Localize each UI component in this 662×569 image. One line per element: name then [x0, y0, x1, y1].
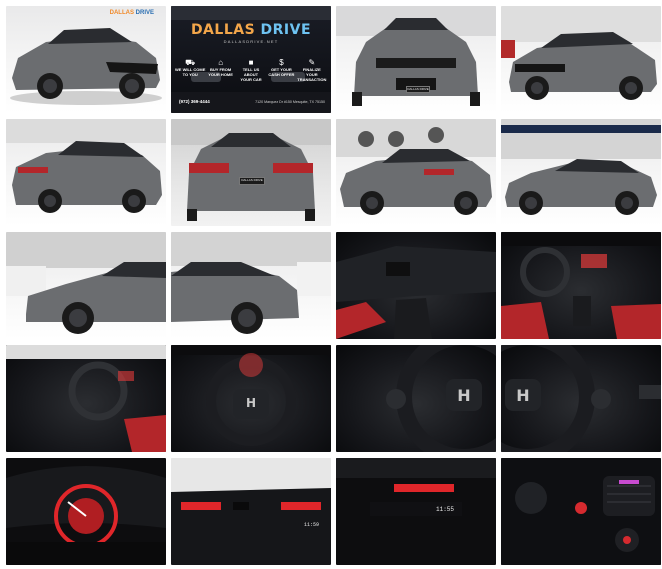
photo-front[interactable]: DALLAS DRIVE — [336, 6, 496, 113]
dealer-watermark: DALLAS DRIVE — [110, 10, 154, 16]
dealer-address: 7120 Marquez Dr #150 Mesquite, TX 75150 — [255, 100, 325, 104]
photo-info-display[interactable]: 11:55 — [336, 458, 496, 565]
photo-wheel-right-controls[interactable]: H — [501, 345, 661, 452]
home-icon: ⌂ — [218, 58, 224, 67]
logo-tagline: DALLASDRIVE.NET — [223, 39, 279, 44]
service-badges: ⛟ WE WILL COME TO YOU ⌂ BUY FROM YOUR HOME ■… — [175, 58, 327, 82]
photo-front-three-quarter[interactable]: DALLAS DRIVE — [6, 6, 166, 113]
badge-line2: TRANSACTION — [297, 77, 327, 82]
car-front-illustration — [336, 6, 496, 106]
watermark-right: DRIVE — [135, 10, 154, 16]
photo-steering-wheel[interactable]: H — [171, 345, 331, 452]
photo-upper-display[interactable]: 11:59 — [171, 458, 331, 565]
car-icon: ■ — [248, 58, 254, 67]
logo-brand-left: DALLAS — [190, 22, 256, 38]
dealer-phone[interactable]: (972) 369-4444 — [179, 99, 210, 104]
dashboard-illustration — [336, 246, 496, 339]
photo-driver-cockpit[interactable] — [6, 345, 166, 452]
photo-side-profile[interactable] — [501, 119, 661, 226]
car-front-left-illustration — [501, 6, 661, 100]
badge-buy-from-home: ⌂ BUY FROM YOUR HOME — [205, 58, 235, 82]
photo-front-left-quarter[interactable] — [501, 6, 661, 113]
photo-rear[interactable]: DALLAS DRIVE — [171, 119, 331, 226]
car-side-front-illustration — [6, 232, 166, 334]
photo-gallery: DALLAS DRIVE DALLAS DRIVE DALLASDRIVE.NE… — [6, 6, 661, 565]
shifter-vents-illustration — [501, 458, 661, 565]
photo-wheel-left-controls[interactable]: H — [336, 345, 496, 452]
watermark-left: DALLAS — [109, 10, 134, 16]
photo-tachometer[interactable] — [6, 458, 166, 565]
car-front-quarter-illustration — [10, 28, 162, 105]
tachometer-illustration — [6, 466, 166, 565]
photo-dashboard-passenger[interactable] — [336, 232, 496, 339]
badge-line2: YOUR CAR — [240, 77, 262, 82]
logo-brand-right: DRIVE — [260, 22, 312, 38]
info-display-illustration — [336, 458, 496, 516]
svg-text:H: H — [246, 396, 256, 410]
dash-clock-small: 11:59 — [303, 522, 319, 528]
photo-dealer-promo[interactable]: DALLAS DRIVE DALLASDRIVE.NET ⛟ WE WILL CO… — [171, 6, 331, 113]
badge-line2: CASH OFFER — [268, 72, 295, 77]
license-plate-rear: DALLAS DRIVE — [239, 177, 265, 185]
document-icon: ✎ — [308, 58, 316, 67]
photo-side-front[interactable] — [6, 232, 166, 339]
photo-rear-three-quarter[interactable] — [6, 119, 166, 226]
badge-tell-us: ■ TELL US ABOUT YOUR CAR — [236, 58, 266, 82]
wheel-right-controls-illustration: H — [501, 345, 661, 452]
driver-cockpit-illustration — [6, 345, 166, 452]
badge-finalize: ✎ FINALIZE YOUR TRANSACTION — [297, 58, 327, 82]
badge-line2: TO YOU — [182, 72, 198, 77]
cash-icon: $ — [279, 58, 284, 67]
car-side-rear-illustration — [171, 232, 331, 334]
badge-line1: TELL US ABOUT — [242, 67, 260, 77]
car-rear-quarter-illustration — [6, 119, 166, 213]
svg-text:H: H — [457, 386, 470, 405]
photo-shifter-vents[interactable] — [501, 458, 661, 565]
badge-line1: FINALIZE YOUR — [302, 67, 321, 77]
wheel-left-controls-illustration: H — [386, 345, 496, 452]
license-plate: DALLAS DRIVE — [406, 86, 430, 93]
photo-side-rear[interactable] — [171, 232, 331, 339]
photo-interior-wide[interactable] — [501, 232, 661, 339]
dealer-logo: DALLAS DRIVE DALLASDRIVE.NET — [171, 22, 331, 44]
car-rear-side-illustration — [336, 119, 496, 215]
truck-icon: ⛟ — [185, 58, 196, 67]
badge-cash-offer: $ GET YOUR CASH OFFER — [266, 58, 296, 82]
photo-rear-side[interactable] — [336, 119, 496, 226]
upper-display-illustration — [171, 458, 331, 565]
car-side-profile-illustration — [501, 119, 661, 215]
steering-wheel-illustration: H — [171, 345, 331, 446]
car-rear-illustration — [171, 119, 331, 221]
dash-clock: 11:55 — [436, 506, 455, 513]
interior-wide-illustration — [501, 232, 661, 339]
svg-text:H: H — [516, 386, 529, 405]
badge-come-to-you: ⛟ WE WILL COME TO YOU — [175, 58, 205, 82]
badge-line2: YOUR HOME — [208, 72, 233, 77]
